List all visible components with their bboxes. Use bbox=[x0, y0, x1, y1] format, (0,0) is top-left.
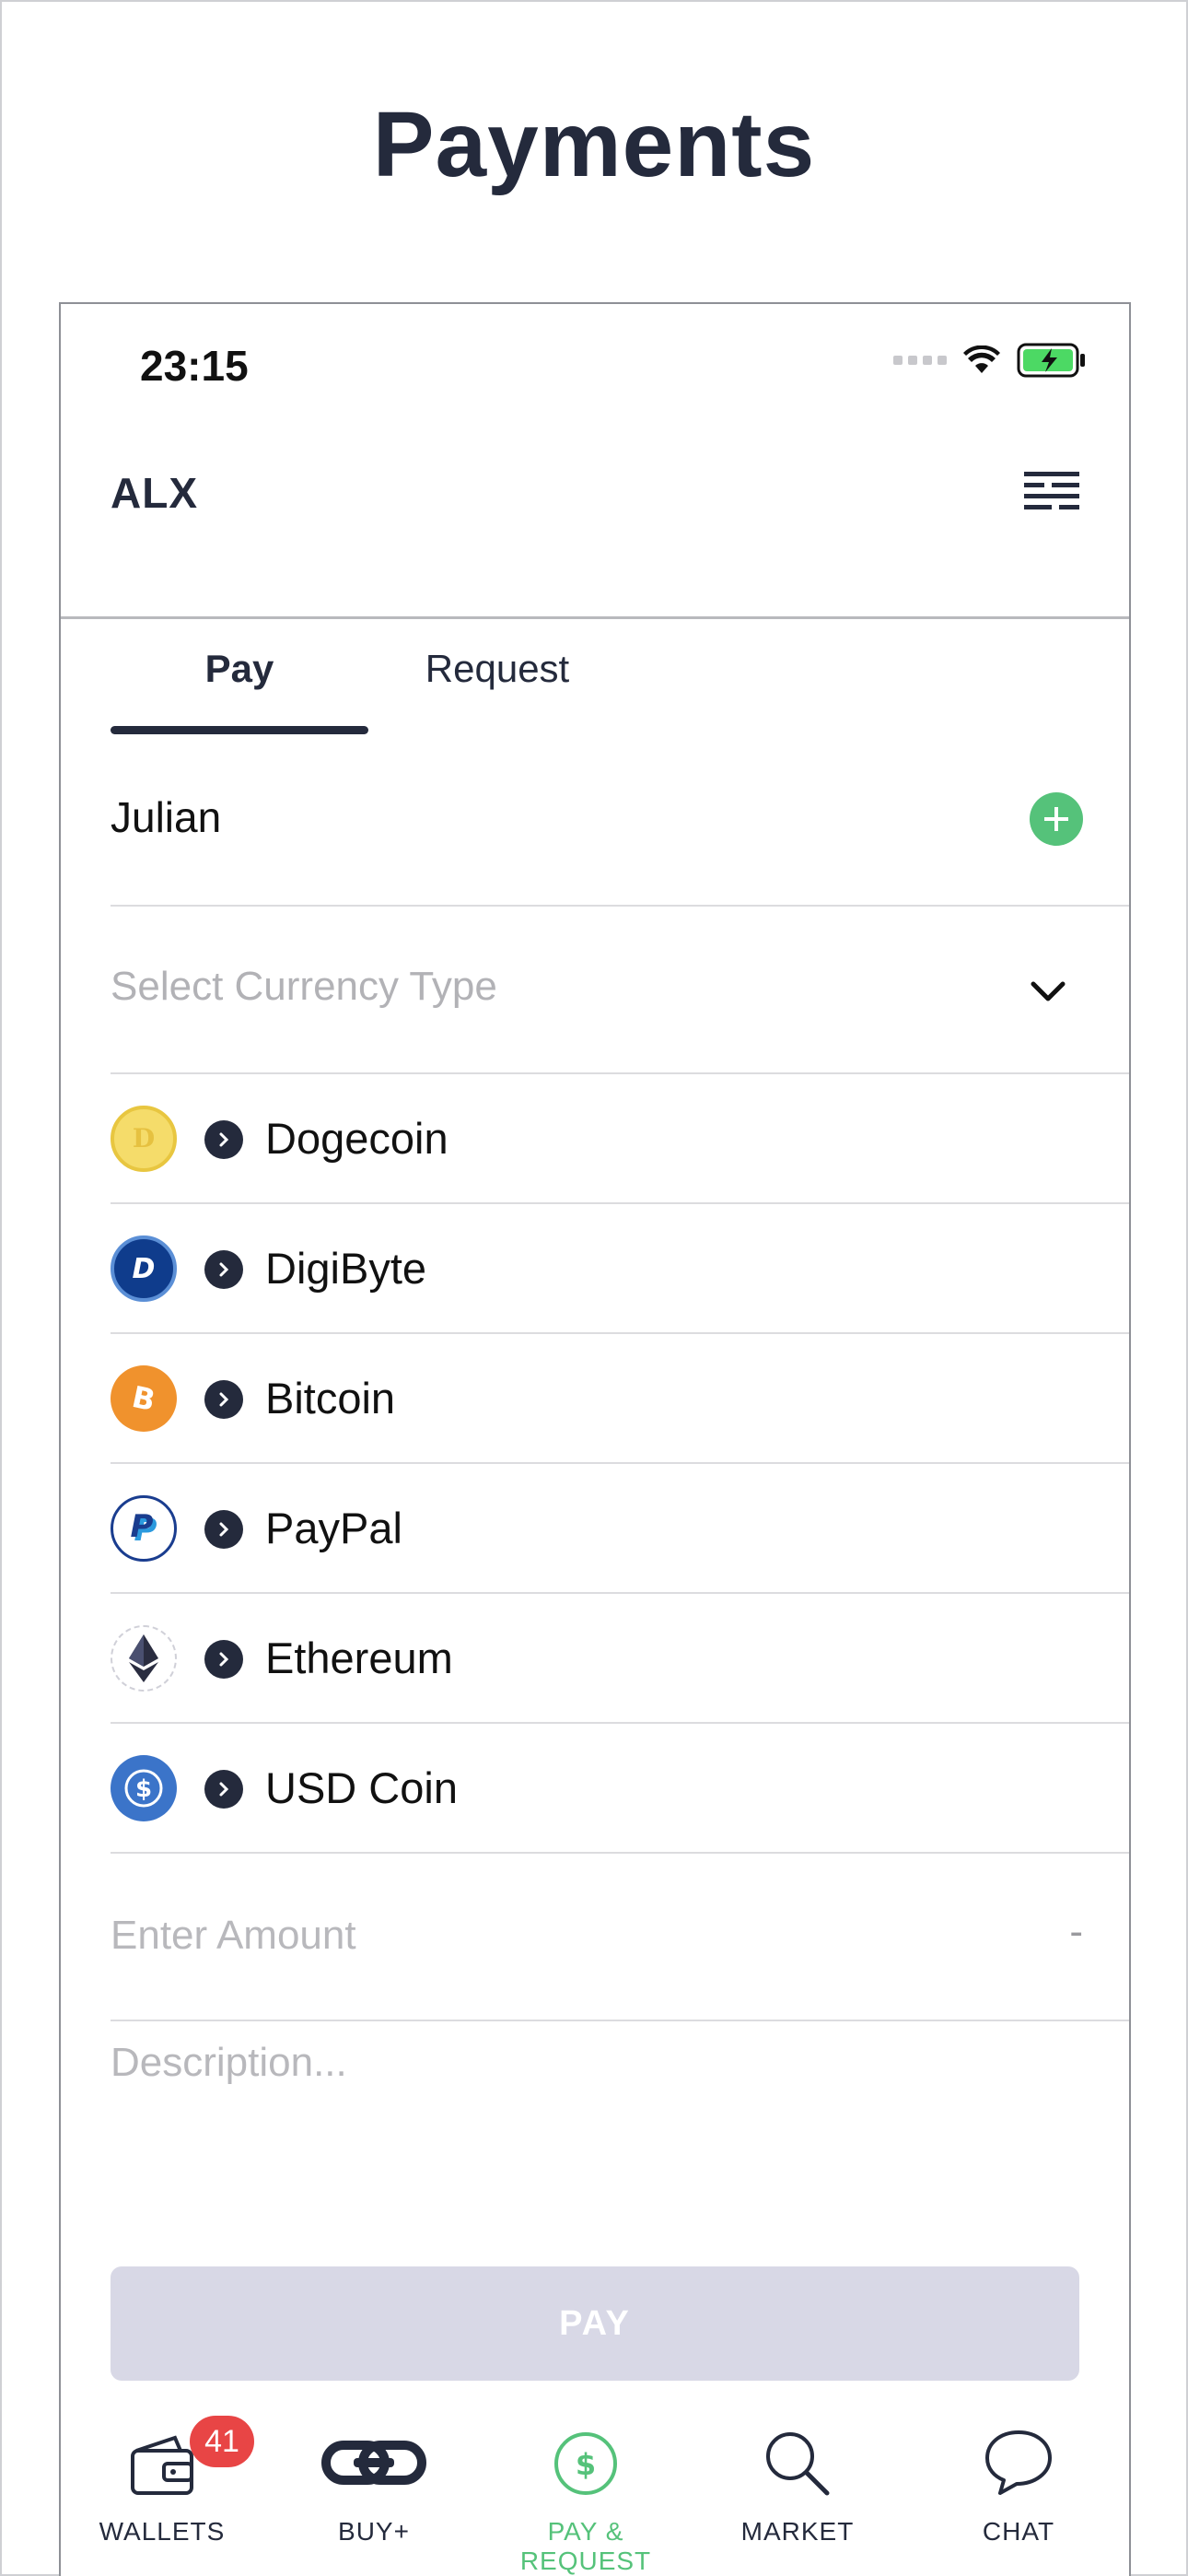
battery-charging-icon bbox=[1017, 343, 1085, 378]
nav-label: BUY+ bbox=[338, 2517, 410, 2546]
app-header: ALX bbox=[61, 415, 1129, 619]
chat-bubble-icon bbox=[985, 2430, 1052, 2495]
bitcoin-icon: B bbox=[111, 1365, 177, 1432]
add-recipient-button[interactable] bbox=[1030, 792, 1083, 846]
currency-type-select[interactable]: Select Currency Type bbox=[111, 907, 1129, 1074]
chevron-down-icon[interactable] bbox=[1028, 971, 1068, 1012]
digibyte-icon: D bbox=[111, 1235, 177, 1302]
phone-screen: 23:15 ALX Pay Request Julian Select Curr… bbox=[59, 302, 1131, 2576]
chevron-right-icon bbox=[204, 1640, 243, 1679]
currency-name: Ethereum bbox=[265, 1633, 453, 1682]
tab-pay[interactable]: Pay bbox=[111, 647, 368, 691]
nav-buy-plus[interactable]: BUY+ bbox=[273, 2425, 475, 2576]
nav-label: MARKET bbox=[740, 2517, 855, 2546]
currency-option-bitcoin[interactable]: B Bitcoin bbox=[111, 1334, 1129, 1464]
currency-option-digibyte[interactable]: D DigiByte bbox=[111, 1204, 1129, 1334]
svg-text:P: P bbox=[131, 1508, 154, 1545]
currency-option-dogecoin[interactable]: D Dogecoin bbox=[111, 1074, 1129, 1204]
chevron-right-icon bbox=[204, 1380, 243, 1419]
amount-suffix: - bbox=[1069, 1909, 1083, 1954]
svg-text:$: $ bbox=[576, 2447, 596, 2482]
link-icon bbox=[321, 2441, 426, 2485]
chevron-right-icon bbox=[204, 1770, 243, 1809]
page-title: Payments bbox=[372, 93, 816, 196]
recipient-name: Julian bbox=[111, 793, 222, 841]
brand-name: ALX bbox=[111, 469, 198, 517]
nav-market[interactable]: MARKET bbox=[696, 2425, 899, 2576]
dollar-circle-icon: $ bbox=[554, 2432, 617, 2495]
ethereum-icon bbox=[111, 1625, 177, 1692]
pay-button[interactable]: PAY bbox=[111, 2266, 1079, 2381]
cellular-signal-icon bbox=[893, 356, 947, 365]
status-time: 23:15 bbox=[140, 342, 249, 390]
pay-request-tabs: Pay Request bbox=[111, 647, 626, 739]
status-icons bbox=[893, 343, 1087, 378]
svg-text:D: D bbox=[133, 1253, 156, 1285]
currency-name: DigiByte bbox=[265, 1244, 427, 1293]
status-bar: 23:15 bbox=[61, 304, 1129, 415]
search-icon bbox=[766, 2432, 830, 2496]
nav-wallets[interactable]: 41 WALLETS bbox=[61, 2416, 263, 2576]
paypal-icon: P P bbox=[111, 1495, 177, 1562]
currency-select-placeholder: Select Currency Type bbox=[111, 964, 497, 1009]
recipient-row[interactable]: Julian bbox=[111, 755, 1129, 907]
active-tab-indicator bbox=[111, 726, 368, 734]
amount-placeholder: Enter Amount bbox=[111, 1913, 356, 1958]
currency-option-usd-coin[interactable]: $ USD Coin bbox=[111, 1724, 1129, 1854]
nav-label: CHAT bbox=[982, 2517, 1055, 2546]
chevron-right-icon bbox=[204, 1510, 243, 1549]
currency-name: PayPal bbox=[265, 1504, 402, 1552]
bottom-nav: 41 WALLETS BUY+ $ PAY & REQUEST MARKET C… bbox=[61, 2416, 1129, 2576]
chevron-right-icon bbox=[204, 1120, 243, 1159]
nav-label: WALLETS bbox=[99, 2517, 226, 2546]
wallet-icon bbox=[131, 2435, 193, 2495]
svg-text:D: D bbox=[133, 1123, 155, 1153]
currency-name: USD Coin bbox=[265, 1763, 458, 1812]
amount-input[interactable]: Enter Amount - bbox=[111, 1854, 1129, 2021]
svg-text:B: B bbox=[129, 1379, 158, 1418]
nav-pay-request[interactable]: $ PAY & REQUEST bbox=[484, 2425, 687, 2576]
tab-request[interactable]: Request bbox=[368, 647, 626, 691]
description-input[interactable]: Description... bbox=[111, 2040, 347, 2086]
currency-option-paypal[interactable]: P P PayPal bbox=[111, 1464, 1129, 1594]
usdc-icon: $ bbox=[111, 1755, 177, 1821]
wallets-badge: 41 bbox=[190, 2416, 254, 2467]
menu-lines-icon[interactable] bbox=[1024, 470, 1079, 510]
plus-icon bbox=[1044, 807, 1068, 831]
chevron-right-icon bbox=[204, 1250, 243, 1289]
currency-option-ethereum[interactable]: Ethereum bbox=[111, 1594, 1129, 1724]
wifi-icon bbox=[963, 345, 1000, 373]
dogecoin-icon: D bbox=[111, 1106, 177, 1172]
currency-name: Bitcoin bbox=[265, 1374, 396, 1423]
nav-chat[interactable]: CHAT bbox=[917, 2425, 1120, 2576]
svg-text:$: $ bbox=[135, 1775, 152, 1803]
currency-name: Dogecoin bbox=[265, 1114, 448, 1163]
nav-label: PAY & REQUEST bbox=[519, 2517, 652, 2575]
